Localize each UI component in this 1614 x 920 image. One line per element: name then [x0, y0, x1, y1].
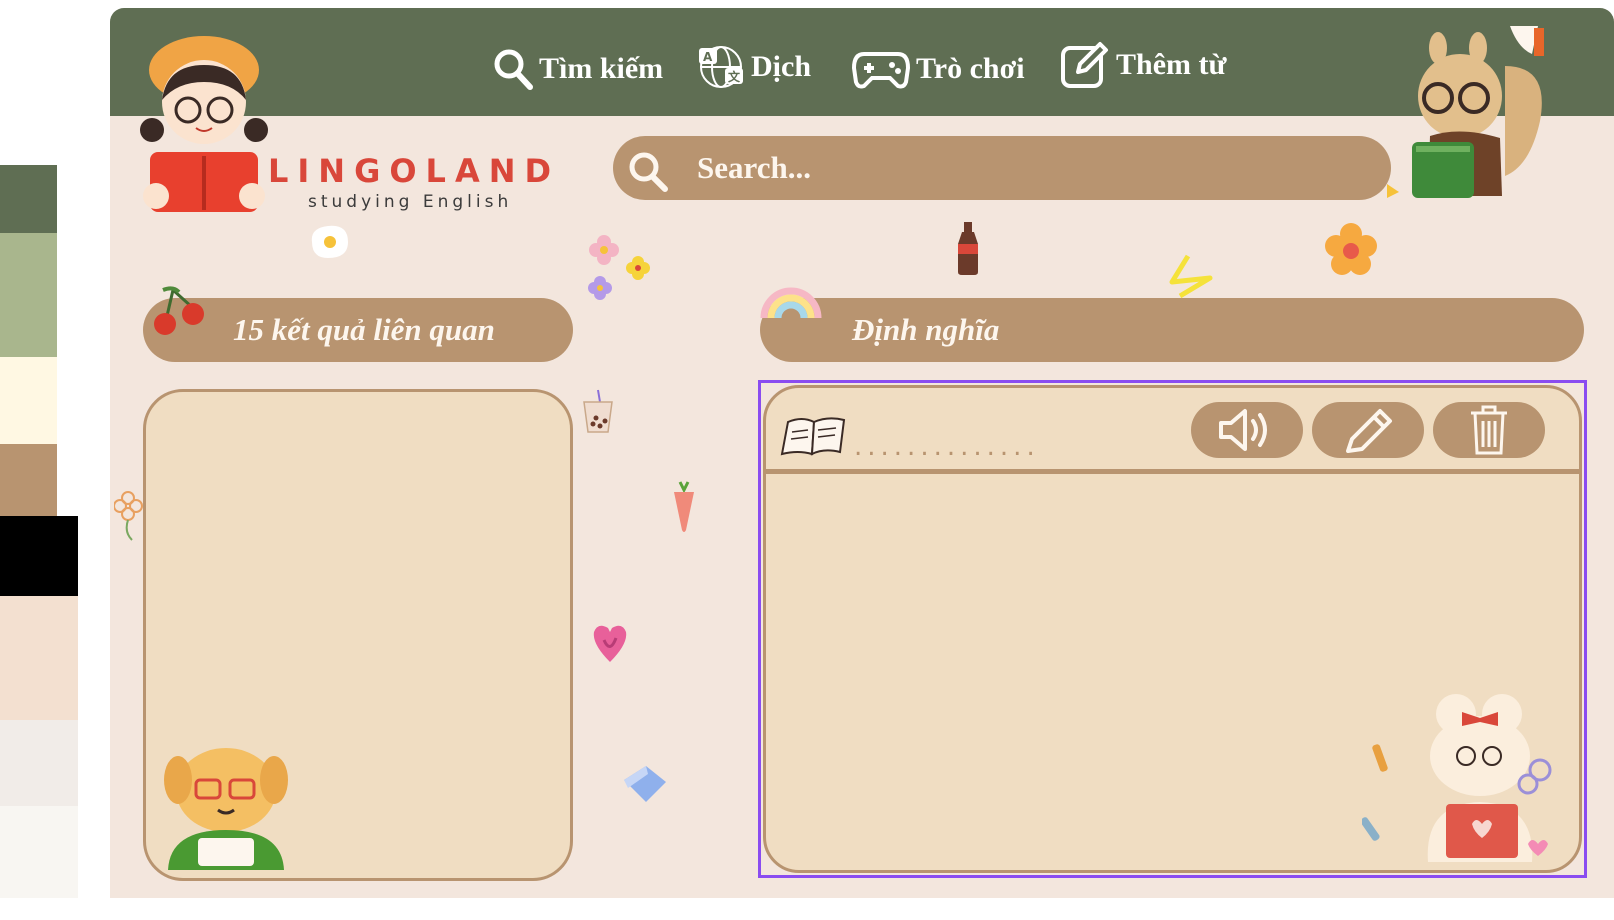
palette-swatch — [0, 596, 78, 720]
nav-add-word[interactable]: Thêm từ — [1060, 38, 1227, 92]
palette-swatch — [0, 806, 78, 898]
definition-panel-selection: .............. — [758, 380, 1587, 878]
palette-swatch — [0, 516, 78, 596]
dog-reading-illustration — [164, 748, 288, 870]
orange-flower-sticker — [1325, 223, 1377, 275]
app-window: Tìm kiếm A 文 Dịch Trò chơi Thêm từ LINGO… — [110, 8, 1614, 898]
edit-button[interactable] — [1312, 402, 1424, 458]
cola-bottle-sticker — [958, 222, 978, 275]
yellow-arrow-sticker — [1387, 184, 1399, 198]
svg-text:文: 文 — [728, 69, 741, 84]
trash-icon — [1471, 405, 1507, 455]
pencil-icon — [1346, 409, 1392, 453]
top-nav-bar: Tìm kiếm A 文 Dịch Trò chơi Thêm từ — [110, 8, 1614, 212]
corner-flag-decoration — [1510, 26, 1544, 56]
definition-label: Định nghĩa — [852, 312, 1000, 347]
edit-icon — [1061, 42, 1108, 88]
small-flower-sticker — [114, 491, 143, 541]
results-count-label: 15 kết quả liên quan — [233, 312, 495, 347]
palette-swatch — [0, 233, 57, 357]
palette-swatch — [0, 720, 78, 806]
word-placeholder: .............. — [854, 432, 1040, 462]
heart-sticker — [593, 625, 627, 662]
star-sticker — [1169, 254, 1213, 299]
egg-sticker — [311, 225, 348, 258]
definition-pill: Định nghĩa — [760, 287, 1584, 362]
translate-icon: A 文 — [699, 46, 743, 88]
color-palette — [0, 165, 78, 898]
cherry-icon — [154, 286, 204, 335]
speaker-button[interactable] — [1191, 402, 1303, 458]
palette-swatch — [0, 165, 57, 233]
nav-translate[interactable]: A 文 Dịch — [697, 40, 811, 94]
search-icon — [629, 152, 668, 192]
rainbow-icon — [760, 287, 822, 319]
search-input[interactable] — [697, 146, 1337, 190]
flowers-sticker — [588, 235, 650, 300]
nav-search-label: Tìm kiếm — [539, 52, 664, 85]
svg-text:A: A — [703, 50, 713, 64]
delete-button[interactable] — [1433, 402, 1545, 458]
logo: LINGOLAND studying English — [268, 152, 560, 212]
bubble-tea-sticker — [583, 389, 613, 433]
palette-swatch — [0, 444, 57, 516]
palette-swatch — [0, 357, 57, 444]
nav-add-word-label: Thêm từ — [1116, 48, 1227, 81]
nav-games[interactable]: Trò chơi — [852, 42, 1025, 96]
logo-title: LINGOLAND — [268, 152, 561, 190]
carrot-sticker — [674, 481, 694, 532]
search-icon — [494, 49, 533, 90]
definition-panel[interactable]: .............. — [763, 385, 1582, 873]
nav-games-label: Trò chơi — [916, 52, 1025, 85]
gamepad-icon — [852, 52, 910, 89]
girl-reading-illustration — [140, 36, 268, 212]
logo-subtitle: studying English — [308, 192, 513, 212]
bunny-reading-illustration — [1362, 694, 1552, 862]
milk-carton-sticker — [624, 766, 666, 802]
results-count-pill: 15 kết quả liên quan — [143, 286, 573, 362]
nav-search[interactable]: Tìm kiếm — [493, 42, 663, 96]
nav-translate-label: Dịch — [751, 50, 811, 83]
open-book-icon — [780, 417, 846, 456]
search-bar[interactable] — [613, 136, 1391, 200]
speaker-icon — [1219, 409, 1267, 451]
definition-header: .............. — [766, 388, 1579, 474]
